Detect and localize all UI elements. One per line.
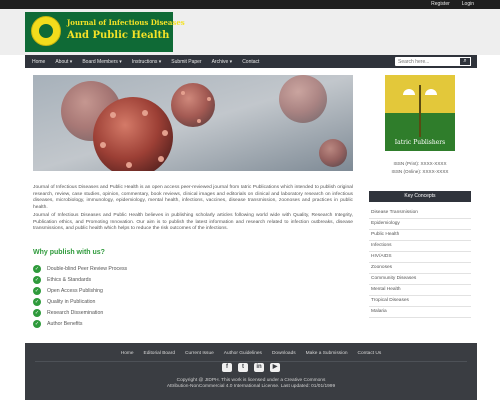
- key-concepts-heading: Key Concepts: [369, 191, 471, 202]
- why-publish-heading: Why publish with us?: [33, 249, 105, 256]
- issn-online: ISSN (Online): XXXX-XXXX: [391, 169, 449, 174]
- nav-archive[interactable]: Archive ▾: [212, 59, 233, 65]
- key-concepts-list: Disease Transmission Epidemiology Public…: [369, 208, 471, 318]
- publisher-cover-image: Iatric Publishers: [385, 75, 455, 151]
- caduceus-icon: [403, 85, 437, 137]
- list-item[interactable]: Mental Health: [369, 285, 471, 296]
- top-utility-bar: Register Login: [0, 0, 500, 9]
- list-item[interactable]: Tropical Diseases: [369, 296, 471, 307]
- list-item: ✓ Open Access Publishing: [33, 287, 103, 295]
- check-icon: ✓: [33, 309, 41, 317]
- footer-link-editorial-board[interactable]: Editorial Board: [144, 351, 175, 356]
- footer-navigation: Home Editorial Board Current Issue Autho…: [25, 351, 477, 356]
- footer-link-make-submission[interactable]: Make a Submission: [306, 351, 348, 356]
- list-item: ✓ Author Benefits: [33, 320, 83, 328]
- list-item: ✓ Double-blind Peer Review Process: [33, 265, 128, 273]
- check-icon: ✓: [33, 265, 41, 273]
- journal-logo-banner[interactable]: Journal of Infectious Diseases And Publi…: [25, 12, 185, 52]
- linkedin-icon[interactable]: in: [254, 363, 264, 372]
- benefits-list: ✓ Double-blind Peer Review Process ✓ Ethic…: [33, 265, 127, 331]
- publisher-name: Iatric Publishers: [394, 139, 446, 146]
- nav-about[interactable]: About ▾: [55, 59, 72, 65]
- list-item[interactable]: Malaria: [369, 307, 471, 318]
- footer-link-contact-us[interactable]: Contact Us: [358, 351, 382, 356]
- search-input[interactable]: [398, 58, 458, 65]
- footer-link-downloads[interactable]: Downloads: [272, 351, 296, 356]
- footer-link-home[interactable]: Home: [121, 351, 134, 356]
- footer-link-author-guidelines[interactable]: Author Guidelines: [224, 351, 262, 356]
- footer-link-current-issue[interactable]: Current Issue: [185, 351, 214, 356]
- search-box: ⌕: [395, 57, 471, 66]
- nav-submit-paper[interactable]: Submit Paper: [171, 59, 201, 65]
- account-links: Register Login: [431, 1, 474, 8]
- main-content: Journal of Infectious Diseases and Publi…: [25, 68, 477, 343]
- list-item: ✓ Research Dissemination: [33, 309, 104, 317]
- check-icon: ✓: [33, 320, 41, 328]
- search-icon[interactable]: ⌕: [459, 57, 471, 66]
- list-item[interactable]: Zoonoses: [369, 263, 471, 274]
- twitter-icon[interactable]: t: [238, 363, 248, 372]
- list-item: ✓ Ethics & Standards: [33, 276, 92, 284]
- copyright-text: Copyright @ JIDPH. This work is licensed…: [176, 378, 326, 383]
- journal-title-line1: Journal of Infectious Diseases: [67, 18, 185, 27]
- list-item[interactable]: Disease Transmission: [369, 208, 471, 219]
- issn-print: ISSN (Print): XXXX-XXXX: [393, 161, 447, 166]
- list-item[interactable]: Epidemiology: [369, 219, 471, 230]
- check-icon: ✓: [33, 298, 41, 306]
- nav-home[interactable]: Home: [32, 59, 45, 65]
- nav-menu: Home About ▾ Board Members ▾ Instruction…: [32, 55, 259, 68]
- check-icon: ✓: [33, 276, 41, 284]
- social-links: f t in ▶: [25, 363, 477, 372]
- nav-contact[interactable]: Contact: [242, 59, 259, 65]
- license-text: Attribution-NonCommercial 4.0 Internatio…: [166, 384, 336, 389]
- login-link[interactable]: Login: [462, 1, 474, 8]
- footer-divider: [35, 361, 467, 362]
- register-link[interactable]: Register: [431, 1, 450, 8]
- list-item: ✓ Quality in Publication: [33, 298, 96, 306]
- check-icon: ✓: [33, 287, 41, 295]
- list-item[interactable]: Public Health: [369, 230, 471, 241]
- facebook-icon[interactable]: f: [222, 363, 232, 372]
- main-navigation: Home About ▾ Board Members ▾ Instruction…: [25, 55, 477, 68]
- list-item[interactable]: Infections: [369, 241, 471, 252]
- virus-hero-image: [33, 75, 353, 171]
- youtube-icon[interactable]: ▶: [270, 363, 280, 372]
- site-footer: Home Editorial Board Current Issue Autho…: [25, 343, 477, 400]
- nav-instructions[interactable]: Instructions ▾: [132, 59, 161, 65]
- site-header: Journal of Infectious Diseases And Publi…: [0, 9, 500, 55]
- journal-aims: Journal of Infectious Diseases and Publi…: [33, 213, 353, 232]
- nav-board-members[interactable]: Board Members ▾: [82, 59, 121, 65]
- list-item[interactable]: Community Diseases: [369, 274, 471, 285]
- journal-description: Journal of Infectious Diseases and Publi…: [33, 185, 353, 210]
- journal-seal-icon: [31, 16, 61, 46]
- journal-title-line2: And Public Health: [67, 30, 170, 41]
- list-item[interactable]: HIV/AIDS: [369, 252, 471, 263]
